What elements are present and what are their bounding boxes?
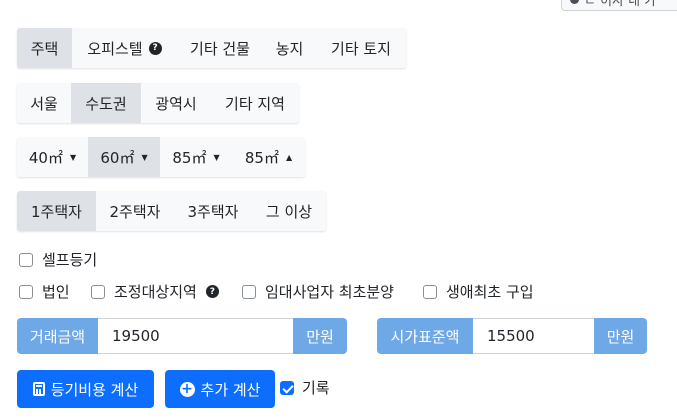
region-seoul[interactable]: 서울 [17, 83, 71, 123]
question-circle-icon[interactable]: ? [148, 41, 162, 55]
caret-up-icon: ▲ [285, 152, 293, 162]
house-count-1[interactable]: 1주택자 [17, 191, 96, 231]
property-type-selector: 주택 오피스텔 ? 기타 건물 농지 기타 토지 [17, 28, 406, 68]
question-circle-icon[interactable]: ? [205, 285, 219, 298]
corporation-option[interactable]: 법인 [19, 281, 91, 302]
property-type-farmland[interactable]: 농지 [263, 28, 316, 68]
self-registration-option[interactable]: 셀프등기 [19, 249, 97, 270]
record-option[interactable]: 기록 [280, 377, 330, 398]
region-capital-area-label: 수도권 [85, 94, 127, 113]
add-calculation-button[interactable]: + 추가 계산 [165, 370, 275, 408]
top-right-button-label: ㄷ 이사 내 가 [584, 0, 657, 9]
standard-price-input[interactable] [473, 318, 594, 354]
trade-amount-label: 거래금액 [17, 318, 98, 354]
rental-business-option[interactable]: 임대사업자 최초분양 [242, 281, 423, 302]
caret-down-icon: ▼ [213, 152, 220, 162]
corporation-checkbox[interactable] [19, 284, 33, 299]
standard-price-unit: 만원 [594, 318, 647, 354]
adjusted-area-label: 조정대상지역 [114, 283, 197, 301]
standard-price-group: 시가표준액 만원 [377, 318, 647, 354]
house-count-1-label: 1주택자 [31, 202, 82, 221]
first-purchase-option[interactable]: 생애최초 구입 [423, 281, 534, 302]
caret-down-icon: ▼ [141, 152, 148, 162]
adjusted-area-checkbox[interactable] [91, 284, 105, 299]
house-count-3[interactable]: 3주택자 [174, 191, 252, 231]
region-metropolitan[interactable]: 광역시 [141, 83, 211, 123]
corporation-label: 법인 [42, 283, 70, 301]
region-other[interactable]: 기타 지역 [211, 83, 299, 123]
area-option-4[interactable]: 85㎡ ▲ [232, 137, 305, 177]
self-registration-label: 셀프등기 [42, 251, 98, 269]
region-other-label: 기타 지역 [225, 94, 285, 113]
clipboard-icon [570, 0, 579, 4]
top-right-button[interactable]: ㄷ 이사 내 가 [561, 0, 677, 11]
self-registration-checkbox[interactable] [19, 252, 33, 267]
region-selector: 서울 수도권 광역시 기타 지역 [17, 83, 299, 123]
house-count-3-label: 3주택자 [187, 202, 239, 221]
rental-business-checkbox[interactable] [242, 284, 256, 299]
property-type-other-building-label: 기타 건물 [190, 39, 250, 58]
first-purchase-checkbox[interactable] [423, 284, 437, 299]
caret-down-icon: ▼ [69, 152, 77, 162]
trade-amount-input[interactable] [98, 318, 293, 354]
house-count-selector: 1주택자 2주택자 3주택자 그 이상 [17, 191, 326, 231]
area-option-3[interactable]: 85㎡ ▼ [160, 137, 232, 177]
area-option-2[interactable]: 60㎡ ▼ [88, 137, 160, 177]
property-type-other-land[interactable]: 기타 토지 [316, 28, 406, 68]
area-option-2-label: 60㎡ [100, 148, 135, 167]
property-type-farmland-label: 농지 [275, 39, 304, 58]
area-option-1[interactable]: 40㎡ ▼ [17, 137, 88, 177]
region-seoul-label: 서울 [30, 94, 58, 113]
plus-circle-icon: + [179, 381, 195, 397]
record-checkbox[interactable] [280, 380, 294, 395]
record-label: 기록 [302, 379, 330, 397]
add-calculation-button-label: 추가 계산 [200, 380, 261, 399]
rental-business-label: 임대사업자 최초분양 [265, 283, 394, 301]
trade-amount-unit: 만원 [293, 318, 347, 354]
calculator-icon [32, 382, 45, 396]
area-option-1-label: 40㎡ [28, 148, 63, 167]
self-registration-row: 셀프등기 [19, 249, 97, 270]
region-capital-area[interactable]: 수도권 [71, 83, 141, 123]
first-purchase-label: 생애최초 구입 [446, 283, 534, 301]
house-count-more[interactable]: 그 이상 [252, 191, 326, 231]
property-type-other-building[interactable]: 기타 건물 [177, 28, 263, 68]
area-option-3-label: 85㎡ [172, 148, 207, 167]
property-type-other-land-label: 기타 토지 [331, 39, 391, 58]
options-row: 법인 조정대상지역 ? 임대사업자 최초분양 생애최초 구입 [19, 281, 534, 302]
calculate-button-label: 등기비용 계산 [50, 380, 139, 399]
adjusted-area-option[interactable]: 조정대상지역 ? [91, 281, 242, 302]
house-count-more-label: 그 이상 [265, 202, 313, 221]
region-metropolitan-label: 광역시 [155, 94, 197, 113]
standard-price-label: 시가표준액 [377, 318, 473, 354]
property-type-officetel[interactable]: 오피스텔 ? [72, 28, 177, 68]
property-type-officetel-label: 오피스텔 [87, 39, 143, 58]
property-type-house-label: 주택 [30, 39, 59, 58]
record-row: 기록 [280, 377, 330, 398]
house-count-2[interactable]: 2주택자 [96, 191, 174, 231]
property-type-house[interactable]: 주택 [17, 28, 72, 68]
trade-amount-group: 거래금액 만원 [17, 318, 347, 354]
area-selector: 40㎡ ▼ 60㎡ ▼ 85㎡ ▼ 85㎡ ▲ [17, 137, 305, 177]
house-count-2-label: 2주택자 [109, 202, 161, 221]
area-option-4-label: 85㎡ [244, 148, 279, 167]
calculate-button[interactable]: 등기비용 계산 [17, 370, 154, 408]
